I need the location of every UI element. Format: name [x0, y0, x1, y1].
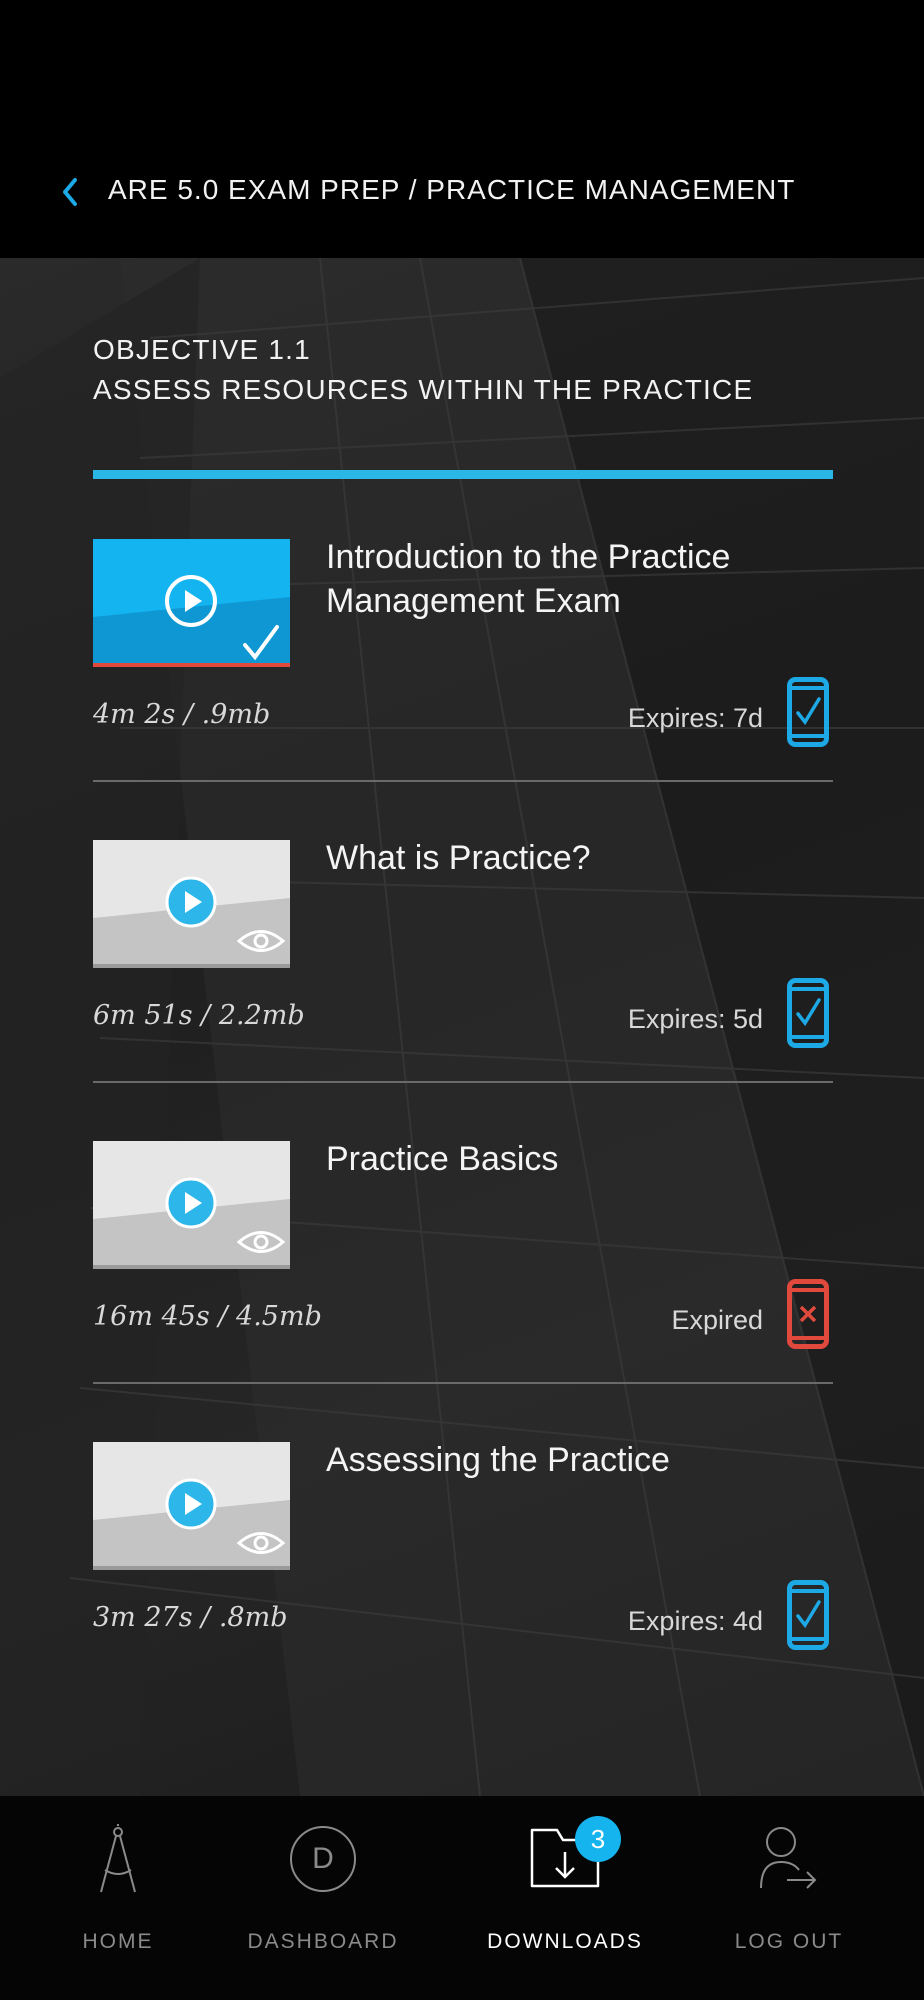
lesson-expiry: Expired: [671, 1305, 763, 1335]
tab-dashboard-label: DASHBOARD: [247, 1930, 399, 1953]
objective-heading: OBJECTIVE 1.1 ASSESS RESOURCES WITHIN TH…: [93, 330, 753, 410]
tab-logout-label: LOG OUT: [734, 1930, 844, 1953]
lesson-divider: [93, 1382, 833, 1384]
dashboard-letter: D: [312, 1842, 334, 1875]
lesson-duration: 6m 51s: [93, 1000, 193, 1031]
tab-home-label: HOME: [82, 1930, 154, 1953]
lesson-thumbnail[interactable]: [93, 1141, 290, 1269]
back-button[interactable]: [50, 170, 90, 214]
play-icon: [165, 876, 217, 928]
lesson-file-size: 4.5mb: [236, 1301, 322, 1332]
objective-number: OBJECTIVE 1.1: [93, 334, 311, 365]
lesson-divider: [93, 780, 833, 782]
lesson-meta: 4m 2s / .9mb: [93, 699, 270, 730]
device-check-icon[interactable]: [787, 1580, 829, 1650]
tab-logout[interactable]: LOG OUT: [699, 1824, 879, 1984]
lesson-title[interactable]: Introduction to the Practice Management …: [326, 535, 833, 623]
play-icon: [165, 1177, 217, 1229]
lesson-thumbnail[interactable]: [93, 539, 290, 667]
lesson-expiry: Expires: 5d: [627, 1004, 763, 1034]
lesson-file-size: .8mb: [218, 1602, 288, 1633]
lesson-duration: 16m 45s: [93, 1301, 210, 1332]
breadcrumb[interactable]: ARE 5.0 EXAM PREP / PRACTICE MANAGEMENT: [108, 174, 795, 206]
lesson-duration: 4m 2s: [93, 699, 176, 730]
compass-icon: [100, 1824, 136, 1893]
lesson-thumbnail[interactable]: [93, 1442, 290, 1570]
lesson-row[interactable]: What is Practice? 6m 51s / 2.2mb Expires: …: [93, 839, 833, 1140]
lesson-title[interactable]: Assessing the Practice: [326, 1438, 833, 1482]
lesson-meta: 3m 27s / .8mb: [93, 1602, 288, 1633]
lesson-duration: 3m 27s: [93, 1602, 193, 1633]
meta-separator: /: [175, 699, 202, 730]
device-check-icon[interactable]: [787, 677, 829, 747]
lesson-file-size: .9mb: [201, 699, 271, 730]
lesson-file-size: 2.2mb: [218, 1000, 305, 1031]
objective-title: ASSESS RESOURCES WITHIN THE PRACTICE: [93, 374, 754, 405]
lesson-divider: [93, 1081, 833, 1083]
objective-progress-bar: [93, 470, 833, 479]
logout-user-icon: [760, 1827, 817, 1889]
meta-separator: /: [192, 1602, 219, 1633]
lesson-row[interactable]: Introduction to the Practice Management …: [93, 538, 833, 839]
lesson-thumbnail[interactable]: [93, 840, 290, 968]
tab-dashboard[interactable]: D DASHBOARD: [233, 1824, 413, 1984]
downloads-badge: 3: [575, 1816, 621, 1862]
play-icon: [165, 1478, 217, 1530]
lesson-title[interactable]: Practice Basics: [326, 1137, 833, 1181]
tab-downloads-label: DOWNLOADS: [487, 1930, 643, 1953]
meta-separator: /: [192, 1000, 219, 1031]
lesson-row[interactable]: Practice Basics 16m 45s / 4.5mb Expired: [93, 1140, 833, 1441]
tab-home[interactable]: HOME: [28, 1824, 208, 1984]
lesson-expiry: Expires: 4d: [627, 1606, 763, 1636]
meta-separator: /: [209, 1301, 237, 1332]
lesson-title[interactable]: What is Practice?: [326, 836, 833, 880]
lesson-meta: 6m 51s / 2.2mb: [93, 1000, 305, 1031]
bottom-tab-bar: HOME D DASHBOARD 3 DOWNLOADS LOG OUT: [0, 1796, 924, 2000]
chevron-left-icon: [63, 178, 77, 206]
device-check-icon[interactable]: [787, 978, 829, 1048]
lesson-row[interactable]: Assessing the Practice 3m 27s / .8mb Expir…: [93, 1441, 833, 1742]
lesson-expiry: Expires: 7d: [627, 703, 763, 733]
device-expired-icon[interactable]: [787, 1279, 829, 1349]
lesson-meta: 16m 45s / 4.5mb: [93, 1301, 322, 1332]
top-bar: ARE 5.0 EXAM PREP / PRACTICE MANAGEMENT: [0, 0, 924, 258]
lesson-list-panel: OBJECTIVE 1.1 ASSESS RESOURCES WITHIN TH…: [0, 258, 924, 1796]
tab-downloads[interactable]: 3 DOWNLOADS: [475, 1816, 655, 1984]
